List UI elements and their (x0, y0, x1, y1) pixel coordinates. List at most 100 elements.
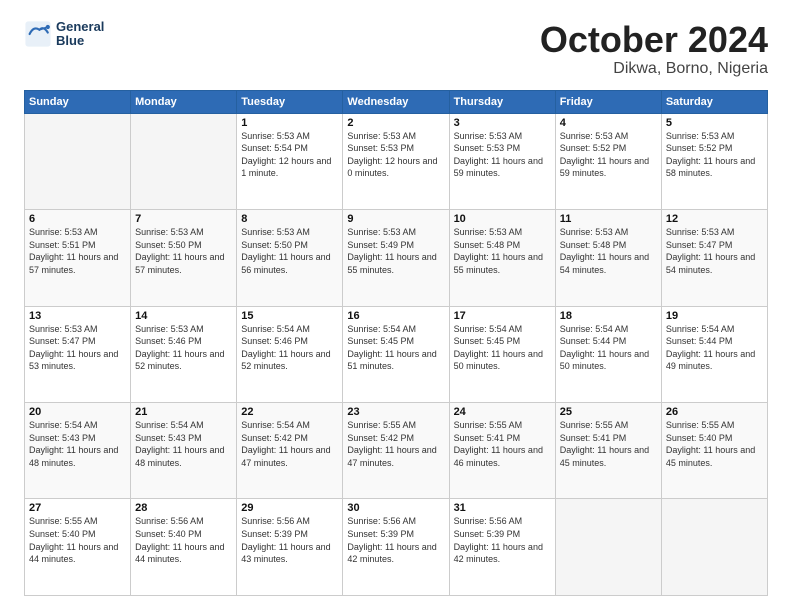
day-info: Sunrise: 5:53 AMSunset: 5:50 PMDaylight:… (135, 227, 224, 275)
calendar-cell: 6 Sunrise: 5:53 AMSunset: 5:51 PMDayligh… (25, 210, 131, 306)
day-info: Sunrise: 5:54 AMSunset: 5:42 PMDaylight:… (241, 420, 330, 468)
day-number: 17 (454, 310, 551, 322)
day-number: 20 (29, 406, 126, 418)
calendar-cell: 21 Sunrise: 5:54 AMSunset: 5:43 PMDaylig… (131, 403, 237, 499)
day-number: 10 (454, 213, 551, 225)
day-number: 11 (560, 213, 657, 225)
day-number: 26 (666, 406, 763, 418)
calendar-cell: 20 Sunrise: 5:54 AMSunset: 5:43 PMDaylig… (25, 403, 131, 499)
day-info: Sunrise: 5:55 AMSunset: 5:40 PMDaylight:… (666, 420, 755, 468)
page: General Blue October 2024 Dikwa, Borno, … (0, 0, 792, 612)
day-info: Sunrise: 5:53 AMSunset: 5:48 PMDaylight:… (454, 227, 543, 275)
calendar-cell (131, 113, 237, 209)
day-number: 24 (454, 406, 551, 418)
day-info: Sunrise: 5:53 AMSunset: 5:52 PMDaylight:… (666, 131, 755, 179)
day-number: 9 (347, 213, 444, 225)
day-number: 7 (135, 213, 232, 225)
page-subtitle: Dikwa, Borno, Nigeria (540, 60, 768, 78)
calendar-row: 27 Sunrise: 5:55 AMSunset: 5:40 PMDaylig… (25, 499, 768, 596)
day-info: Sunrise: 5:53 AMSunset: 5:54 PMDaylight:… (241, 131, 331, 179)
day-number: 28 (135, 502, 232, 514)
calendar-cell: 18 Sunrise: 5:54 AMSunset: 5:44 PMDaylig… (555, 306, 661, 402)
header-row: SundayMondayTuesdayWednesdayThursdayFrid… (25, 90, 768, 113)
logo: General Blue (24, 20, 104, 49)
logo-text: General Blue (56, 20, 104, 49)
day-info: Sunrise: 5:56 AMSunset: 5:39 PMDaylight:… (347, 516, 436, 564)
day-info: Sunrise: 5:53 AMSunset: 5:46 PMDaylight:… (135, 324, 224, 372)
calendar-row: 1 Sunrise: 5:53 AMSunset: 5:54 PMDayligh… (25, 113, 768, 209)
header: General Blue October 2024 Dikwa, Borno, … (24, 20, 768, 78)
calendar-cell: 11 Sunrise: 5:53 AMSunset: 5:48 PMDaylig… (555, 210, 661, 306)
day-number: 3 (454, 117, 551, 129)
day-number: 13 (29, 310, 126, 322)
day-number: 30 (347, 502, 444, 514)
day-number: 29 (241, 502, 338, 514)
day-info: Sunrise: 5:56 AMSunset: 5:39 PMDaylight:… (241, 516, 330, 564)
day-info: Sunrise: 5:53 AMSunset: 5:50 PMDaylight:… (241, 227, 330, 275)
day-info: Sunrise: 5:53 AMSunset: 5:47 PMDaylight:… (666, 227, 755, 275)
calendar-body: 1 Sunrise: 5:53 AMSunset: 5:54 PMDayligh… (25, 113, 768, 595)
day-number: 2 (347, 117, 444, 129)
calendar-cell: 9 Sunrise: 5:53 AMSunset: 5:49 PMDayligh… (343, 210, 449, 306)
calendar-row: 20 Sunrise: 5:54 AMSunset: 5:43 PMDaylig… (25, 403, 768, 499)
calendar-cell: 27 Sunrise: 5:55 AMSunset: 5:40 PMDaylig… (25, 499, 131, 596)
calendar-cell: 17 Sunrise: 5:54 AMSunset: 5:45 PMDaylig… (449, 306, 555, 402)
day-number: 18 (560, 310, 657, 322)
day-number: 6 (29, 213, 126, 225)
column-header-saturday: Saturday (661, 90, 767, 113)
day-number: 21 (135, 406, 232, 418)
day-info: Sunrise: 5:53 AMSunset: 5:51 PMDaylight:… (29, 227, 118, 275)
day-info: Sunrise: 5:53 AMSunset: 5:49 PMDaylight:… (347, 227, 436, 275)
day-number: 8 (241, 213, 338, 225)
day-number: 19 (666, 310, 763, 322)
calendar-cell: 19 Sunrise: 5:54 AMSunset: 5:44 PMDaylig… (661, 306, 767, 402)
logo-line1: General (56, 20, 104, 34)
calendar-cell: 7 Sunrise: 5:53 AMSunset: 5:50 PMDayligh… (131, 210, 237, 306)
calendar-cell: 3 Sunrise: 5:53 AMSunset: 5:53 PMDayligh… (449, 113, 555, 209)
calendar-cell: 22 Sunrise: 5:54 AMSunset: 5:42 PMDaylig… (237, 403, 343, 499)
calendar-cell: 13 Sunrise: 5:53 AMSunset: 5:47 PMDaylig… (25, 306, 131, 402)
day-info: Sunrise: 5:53 AMSunset: 5:53 PMDaylight:… (347, 131, 437, 179)
day-number: 25 (560, 406, 657, 418)
day-info: Sunrise: 5:54 AMSunset: 5:46 PMDaylight:… (241, 324, 330, 372)
day-number: 4 (560, 117, 657, 129)
day-info: Sunrise: 5:53 AMSunset: 5:53 PMDaylight:… (454, 131, 543, 179)
day-info: Sunrise: 5:54 AMSunset: 5:45 PMDaylight:… (454, 324, 543, 372)
column-header-thursday: Thursday (449, 90, 555, 113)
calendar-cell: 8 Sunrise: 5:53 AMSunset: 5:50 PMDayligh… (237, 210, 343, 306)
calendar-cell: 25 Sunrise: 5:55 AMSunset: 5:41 PMDaylig… (555, 403, 661, 499)
column-header-friday: Friday (555, 90, 661, 113)
day-info: Sunrise: 5:55 AMSunset: 5:42 PMDaylight:… (347, 420, 436, 468)
calendar-cell: 26 Sunrise: 5:55 AMSunset: 5:40 PMDaylig… (661, 403, 767, 499)
calendar-cell: 14 Sunrise: 5:53 AMSunset: 5:46 PMDaylig… (131, 306, 237, 402)
calendar-header: SundayMondayTuesdayWednesdayThursdayFrid… (25, 90, 768, 113)
day-info: Sunrise: 5:53 AMSunset: 5:48 PMDaylight:… (560, 227, 649, 275)
calendar-cell: 23 Sunrise: 5:55 AMSunset: 5:42 PMDaylig… (343, 403, 449, 499)
calendar-row: 13 Sunrise: 5:53 AMSunset: 5:47 PMDaylig… (25, 306, 768, 402)
day-info: Sunrise: 5:54 AMSunset: 5:45 PMDaylight:… (347, 324, 436, 372)
title-block: October 2024 Dikwa, Borno, Nigeria (540, 20, 768, 78)
day-info: Sunrise: 5:53 AMSunset: 5:47 PMDaylight:… (29, 324, 118, 372)
calendar-cell: 10 Sunrise: 5:53 AMSunset: 5:48 PMDaylig… (449, 210, 555, 306)
calendar-cell (555, 499, 661, 596)
calendar-cell: 4 Sunrise: 5:53 AMSunset: 5:52 PMDayligh… (555, 113, 661, 209)
logo-icon (24, 20, 52, 48)
day-number: 16 (347, 310, 444, 322)
day-info: Sunrise: 5:55 AMSunset: 5:41 PMDaylight:… (454, 420, 543, 468)
day-number: 23 (347, 406, 444, 418)
calendar-cell: 24 Sunrise: 5:55 AMSunset: 5:41 PMDaylig… (449, 403, 555, 499)
day-info: Sunrise: 5:54 AMSunset: 5:44 PMDaylight:… (666, 324, 755, 372)
day-number: 22 (241, 406, 338, 418)
calendar-cell (661, 499, 767, 596)
day-info: Sunrise: 5:55 AMSunset: 5:40 PMDaylight:… (29, 516, 118, 564)
calendar-cell: 2 Sunrise: 5:53 AMSunset: 5:53 PMDayligh… (343, 113, 449, 209)
column-header-wednesday: Wednesday (343, 90, 449, 113)
day-info: Sunrise: 5:55 AMSunset: 5:41 PMDaylight:… (560, 420, 649, 468)
day-info: Sunrise: 5:53 AMSunset: 5:52 PMDaylight:… (560, 131, 649, 179)
day-number: 31 (454, 502, 551, 514)
day-number: 12 (666, 213, 763, 225)
day-number: 27 (29, 502, 126, 514)
day-info: Sunrise: 5:54 AMSunset: 5:44 PMDaylight:… (560, 324, 649, 372)
calendar-cell (25, 113, 131, 209)
logo-line2: Blue (56, 34, 104, 48)
